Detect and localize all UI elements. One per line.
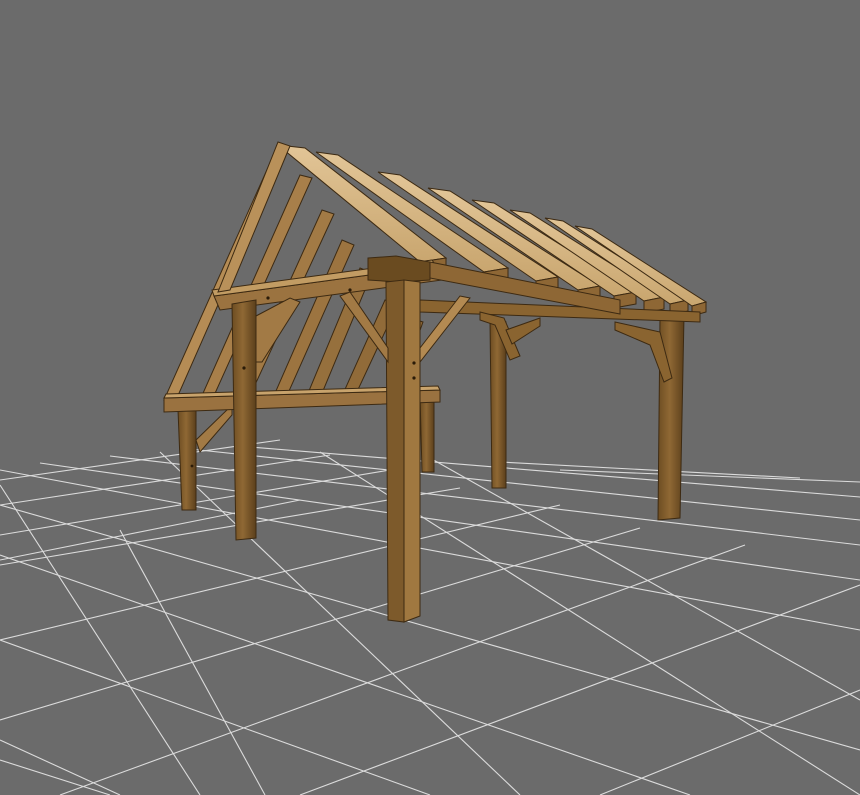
- timber-frame-pavilion[interactable]: [163, 141, 708, 623]
- floor-grid: [0, 439, 860, 795]
- scene-canvas[interactable]: [0, 0, 860, 795]
- front-left-post: [231, 297, 301, 541]
- left-gable-rafter: [217, 141, 291, 293]
- 3d-viewport[interactable]: [0, 0, 860, 795]
- right-front-post: [614, 315, 685, 521]
